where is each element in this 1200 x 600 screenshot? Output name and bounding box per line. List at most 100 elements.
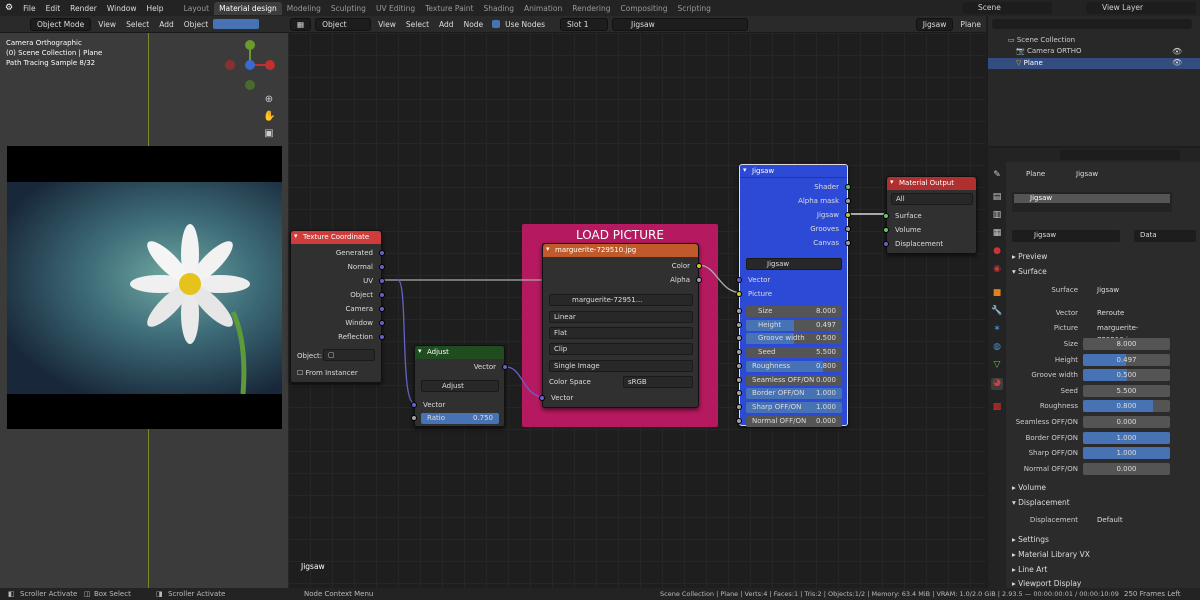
- socket[interactable]: [736, 376, 742, 383]
- shader-type-dropdown[interactable]: Object: [315, 17, 372, 31]
- preview-panel[interactable]: ▸ Preview: [1012, 252, 1047, 261]
- material-selector[interactable]: Jigsaw: [612, 17, 749, 31]
- adjust-node[interactable]: Adjust Vector Adjust Vector Ratio 0.750: [411, 345, 508, 427]
- right-material-dropdown[interactable]: Jigsaw: [915, 17, 954, 31]
- socket[interactable]: [845, 212, 851, 218]
- jigsaw-field[interactable]: Size 8.000: [746, 306, 842, 317]
- menu-help[interactable]: Help: [141, 4, 168, 13]
- color-space-dropdown[interactable]: sRGB: [623, 376, 693, 388]
- material-library-panel[interactable]: ▸ Material Library VX: [1012, 550, 1090, 559]
- socket[interactable]: [411, 402, 417, 408]
- displacement-panel[interactable]: ▾ Displacement: [1012, 498, 1070, 507]
- socket[interactable]: [736, 417, 742, 424]
- socket[interactable]: [736, 362, 742, 369]
- socket[interactable]: [736, 335, 742, 342]
- image-texture-node[interactable]: marguerite-729510.jpg Color Alpha margue…: [539, 243, 702, 408]
- tab-layout[interactable]: Layout: [179, 2, 215, 15]
- node-header[interactable]: Material Output: [887, 177, 976, 190]
- target-dropdown[interactable]: All: [891, 193, 973, 205]
- tab-scripting[interactable]: Scripting: [673, 2, 716, 15]
- adjust-group-selector[interactable]: Adjust: [421, 380, 499, 392]
- view-layer-icon[interactable]: ▦: [991, 228, 1003, 240]
- socket[interactable]: [502, 364, 508, 370]
- prop-value-field[interactable]: 5.500: [1083, 384, 1170, 397]
- vp-menu-view[interactable]: View: [93, 20, 121, 29]
- socket[interactable]: [736, 403, 742, 410]
- output-icon[interactable]: ▥: [991, 210, 1003, 222]
- texture-coordinate-node[interactable]: Texture Coordinate Generated Normal UV O…: [290, 230, 385, 383]
- menu-window[interactable]: Window: [102, 4, 142, 13]
- jigsaw-field[interactable]: Height 0.497: [746, 319, 842, 331]
- line-art-panel[interactable]: ▸ Line Art: [1012, 565, 1047, 574]
- select-mode-icons[interactable]: [213, 19, 260, 29]
- scene-selector[interactable]: Scene: [962, 2, 1052, 14]
- socket[interactable]: [379, 292, 385, 298]
- object-mode-dropdown[interactable]: Object Mode: [30, 17, 92, 31]
- vector-value[interactable]: Reroute: [1083, 307, 1170, 319]
- blender-logo-icon[interactable]: ⚙: [0, 3, 18, 13]
- outliner-search[interactable]: [992, 19, 1192, 29]
- extension-dropdown[interactable]: Clip: [549, 343, 693, 355]
- props-search[interactable]: [1060, 150, 1180, 160]
- vp-menu-select[interactable]: Select: [121, 20, 154, 29]
- jigsaw-group-selector[interactable]: Jigsaw: [746, 258, 842, 270]
- tab-uv-editing[interactable]: UV Editing: [371, 2, 420, 15]
- settings-panel[interactable]: ▸ Settings: [1012, 535, 1049, 544]
- image-file-selector[interactable]: marguerite-72951...: [549, 294, 693, 306]
- jigsaw-field[interactable]: Sharp OFF/ON 1.000: [746, 401, 842, 413]
- node-editor[interactable]: LOAD PICTURE Texture Coordinate Generate…: [288, 33, 986, 588]
- prop-value-field[interactable]: 8.000: [1083, 338, 1170, 350]
- socket[interactable]: [411, 415, 417, 421]
- surface-value[interactable]: Jigsaw: [1083, 284, 1170, 296]
- interpolation-dropdown[interactable]: Linear: [549, 311, 693, 323]
- scene-icon[interactable]: ●: [991, 246, 1003, 258]
- tab-rendering[interactable]: Rendering: [567, 2, 615, 15]
- vp-menu-add[interactable]: Add: [154, 20, 179, 29]
- outliner-item-plane[interactable]: ▽ Plane: [988, 58, 1200, 69]
- tab-shading[interactable]: Shading: [479, 2, 519, 15]
- render-icon[interactable]: ▤: [991, 192, 1003, 204]
- hand-icon[interactable]: ✋: [263, 108, 275, 125]
- socket[interactable]: [379, 334, 385, 340]
- use-nodes-checkbox[interactable]: [492, 20, 501, 28]
- editor-type-dropdown[interactable]: ▦: [290, 17, 312, 31]
- outliner-root[interactable]: ▭ Scene Collection: [1008, 36, 1075, 44]
- socket[interactable]: [696, 263, 702, 269]
- tab-material-design[interactable]: Material design: [214, 1, 282, 15]
- socket[interactable]: [736, 291, 742, 297]
- jigsaw-field[interactable]: Normal OFF/ON 0.000: [746, 415, 842, 427]
- socket[interactable]: [845, 226, 851, 232]
- material-field[interactable]: Jigsaw: [1012, 230, 1120, 242]
- vp-menu-object[interactable]: Object: [179, 20, 213, 29]
- object-picker[interactable]: ▢: [323, 349, 375, 361]
- socket[interactable]: [883, 241, 889, 247]
- socket[interactable]: [883, 213, 889, 219]
- socket[interactable]: [379, 278, 385, 284]
- navigation-gizmo[interactable]: [222, 35, 282, 95]
- socket[interactable]: [379, 320, 385, 326]
- node-header[interactable]: Texture Coordinate: [291, 231, 381, 244]
- prop-value-field[interactable]: 1.000: [1083, 447, 1170, 460]
- picture-value[interactable]: marguerite-729510.jpg: [1083, 322, 1170, 344]
- socket[interactable]: [845, 240, 851, 246]
- menu-file[interactable]: File: [18, 4, 41, 13]
- 3d-viewport[interactable]: Camera Orthographic (0) Scene Collection…: [0, 33, 288, 588]
- prop-value-field[interactable]: 0.800: [1083, 400, 1170, 413]
- jigsaw-field[interactable]: Seamless OFF/ON 0.000: [746, 374, 842, 386]
- socket[interactable]: [883, 227, 889, 233]
- socket[interactable]: [736, 277, 742, 283]
- socket[interactable]: [845, 184, 851, 190]
- volume-panel[interactable]: ▸ Volume: [1012, 483, 1046, 492]
- slot-dropdown[interactable]: Slot 1: [560, 17, 609, 31]
- prop-value-field[interactable]: 0.500: [1083, 369, 1170, 382]
- properties-editor[interactable]: ✎ ▤ ▥ ▦ ● ◉ ■ 🔧 ✶ ◍ ▽ ◕ ▩ Plane Jigsaw J…: [988, 148, 1200, 588]
- material-slot-item[interactable]: Jigsaw: [1014, 194, 1170, 203]
- tab-texture-paint[interactable]: Texture Paint: [420, 2, 478, 15]
- socket[interactable]: [736, 321, 742, 328]
- menu-edit[interactable]: Edit: [41, 4, 66, 13]
- zoom-icon[interactable]: ⊕: [263, 91, 275, 108]
- source-dropdown[interactable]: Single Image: [549, 360, 693, 372]
- projection-dropdown[interactable]: Flat: [549, 327, 693, 339]
- tab-compositing[interactable]: Compositing: [616, 2, 673, 15]
- ne-menu-view[interactable]: View: [373, 20, 401, 29]
